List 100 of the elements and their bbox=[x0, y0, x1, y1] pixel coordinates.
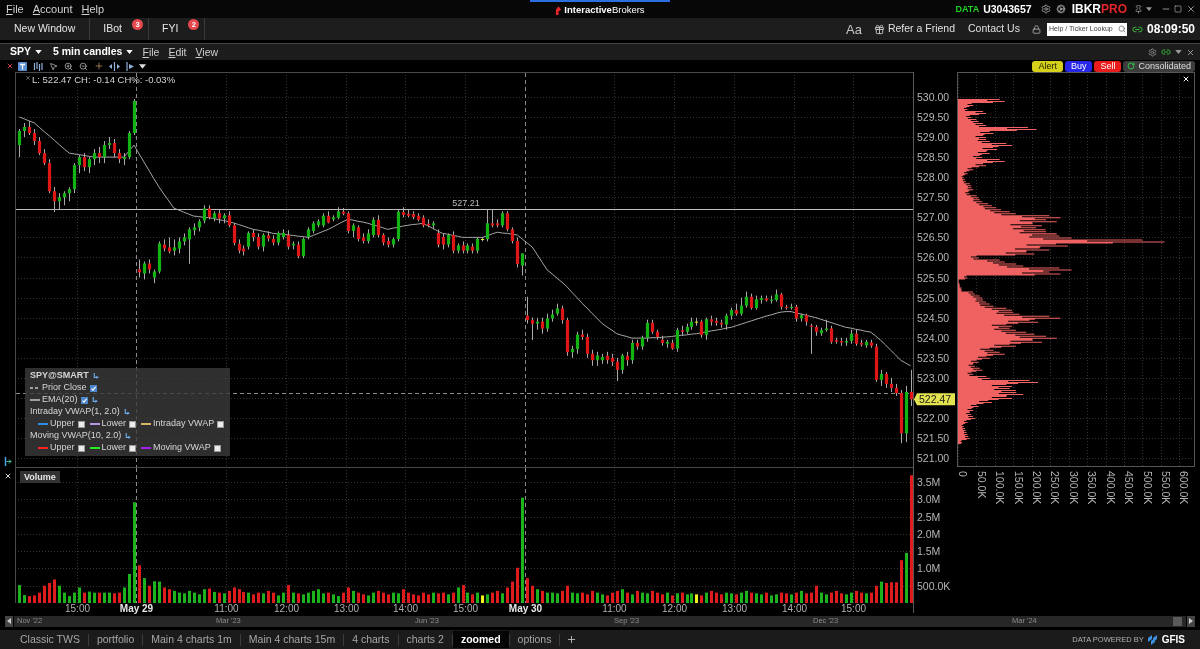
menu-item[interactable]: View bbox=[195, 46, 219, 58]
scroll-left-button[interactable] bbox=[5, 615, 13, 627]
menu-item[interactable]: File bbox=[142, 46, 160, 58]
text-tool-icon[interactable] bbox=[18, 61, 27, 71]
volume-bar bbox=[28, 596, 31, 603]
volume-bar bbox=[203, 589, 206, 603]
volume-bar bbox=[213, 591, 216, 603]
volume-axis-label: 1.5M bbox=[917, 545, 941, 558]
volume-bar bbox=[277, 595, 280, 603]
time-axis-label: 15:00 bbox=[841, 603, 866, 614]
lock-icon[interactable] bbox=[1031, 24, 1041, 34]
scrollbar-thumb[interactable] bbox=[1173, 616, 1182, 626]
profile-axis-label: 250.0K bbox=[1049, 471, 1062, 505]
bar-chart-icon[interactable] bbox=[33, 61, 43, 71]
settings-icon[interactable] bbox=[1148, 47, 1157, 57]
link-icon[interactable] bbox=[1161, 47, 1171, 57]
checkbox[interactable] bbox=[213, 444, 221, 452]
cursor-icon[interactable] bbox=[49, 61, 58, 71]
close-icon[interactable] bbox=[1186, 4, 1196, 14]
zoom-in-icon[interactable] bbox=[64, 61, 73, 71]
menu-item[interactable]: Account bbox=[32, 2, 73, 16]
caret-icon bbox=[126, 50, 134, 54]
volume-bar bbox=[646, 593, 649, 603]
caret-icon[interactable] bbox=[1146, 7, 1152, 11]
corner-arrow-icon[interactable] bbox=[92, 373, 99, 379]
volume-bar bbox=[710, 590, 713, 603]
caret-icon[interactable] bbox=[139, 63, 146, 69]
sell-button[interactable]: Sell bbox=[1094, 60, 1122, 72]
workspace-tab[interactable]: portfolio bbox=[88, 631, 143, 648]
data-feed-button[interactable]: Consolidated bbox=[1123, 60, 1195, 72]
volume-bar bbox=[123, 587, 126, 603]
checkbox[interactable] bbox=[129, 420, 137, 428]
toolbar-button[interactable]: New Window bbox=[0, 18, 90, 40]
volume-bar bbox=[68, 596, 71, 603]
expand-horizontal-icon[interactable] bbox=[109, 61, 120, 71]
workspace-tab[interactable]: Main 4 charts 1m bbox=[143, 631, 240, 648]
refer-friend-link[interactable]: Refer a Friend bbox=[873, 21, 955, 37]
volume-bar bbox=[307, 592, 310, 603]
contact-link[interactable]: Contact Us bbox=[968, 21, 1020, 37]
volume-bar bbox=[337, 596, 340, 603]
settings-icon[interactable] bbox=[1040, 4, 1051, 14]
zoom-out-icon[interactable] bbox=[79, 61, 88, 71]
volume-bar bbox=[432, 592, 435, 603]
workspace-tab[interactable]: 4 charts bbox=[344, 631, 398, 648]
volume-bar bbox=[198, 594, 201, 603]
corner-arrow-icon[interactable] bbox=[123, 409, 130, 415]
logo-text: InteractiveBrokers bbox=[564, 5, 645, 15]
price-axis-label: 521.50 bbox=[917, 432, 950, 445]
pin-icon[interactable] bbox=[1134, 4, 1143, 14]
add-tab-icon[interactable] bbox=[566, 634, 578, 645]
volume-bar bbox=[536, 589, 539, 603]
corner-arrow-icon[interactable] bbox=[125, 433, 132, 439]
checkbox[interactable] bbox=[217, 420, 225, 428]
volume-bar bbox=[661, 594, 664, 603]
crosshair-icon[interactable] bbox=[94, 61, 104, 71]
workspace-tab[interactable]: Main 4 charts 15m bbox=[240, 631, 344, 648]
caret-icon[interactable] bbox=[1175, 50, 1182, 54]
checkbox[interactable] bbox=[77, 444, 85, 452]
close-icon[interactable] bbox=[1186, 47, 1195, 57]
profile-axis-label: 550.0K bbox=[1160, 471, 1173, 505]
volume-bar bbox=[795, 592, 798, 603]
workspace-tab[interactable]: zoomed bbox=[452, 631, 509, 648]
checkbox[interactable] bbox=[129, 444, 137, 452]
search-icon[interactable] bbox=[1117, 25, 1126, 33]
menu-item[interactable]: File bbox=[6, 2, 24, 16]
alert-button[interactable]: Alert bbox=[1032, 60, 1063, 72]
buy-button[interactable]: Buy bbox=[1064, 60, 1093, 72]
volume-bar bbox=[168, 589, 171, 603]
volume-bar bbox=[596, 592, 599, 603]
brand-suffix: PRO bbox=[1101, 3, 1127, 15]
font-size-button[interactable]: Aa bbox=[846, 22, 862, 36]
workspace-tab[interactable]: options bbox=[509, 631, 560, 648]
caret-icon bbox=[35, 50, 42, 54]
checkbox[interactable] bbox=[77, 420, 85, 428]
price-info: L: 522.47 CH: -0.14 CH%: -0.03% bbox=[32, 74, 176, 85]
volume-bar bbox=[118, 592, 121, 603]
profile-axis-label: 100.0K bbox=[994, 471, 1007, 505]
maximize-icon[interactable] bbox=[1174, 5, 1182, 13]
menu-item[interactable]: Help bbox=[81, 2, 105, 16]
menu-item[interactable]: Edit bbox=[168, 46, 187, 58]
close-icon[interactable] bbox=[3, 472, 12, 480]
volume-bar bbox=[113, 593, 116, 603]
time-axis-label: 12:00 bbox=[274, 603, 299, 614]
interval-dropdown[interactable]: 5 min candles bbox=[53, 44, 134, 60]
volume-bar bbox=[566, 585, 569, 603]
gear-icon[interactable] bbox=[1055, 4, 1066, 14]
workspace-tab[interactable]: charts 2 bbox=[398, 631, 452, 648]
shift-right-icon[interactable] bbox=[124, 61, 135, 71]
workspace-tab[interactable]: Classic TWS bbox=[12, 631, 88, 648]
volume-bar bbox=[506, 587, 509, 603]
layout-icon[interactable] bbox=[3, 457, 12, 466]
corner-arrow-icon[interactable] bbox=[91, 397, 98, 403]
volume-bar bbox=[282, 592, 285, 603]
legend-label: Lower bbox=[101, 441, 127, 455]
symbol-dropdown[interactable]: SPY bbox=[10, 44, 42, 60]
price-axis-label: 525.00 bbox=[917, 291, 950, 304]
volume-bar bbox=[641, 592, 644, 603]
volume-bar bbox=[591, 590, 594, 603]
volume-bar bbox=[138, 565, 141, 603]
scroll-right-button[interactable] bbox=[1187, 615, 1195, 627]
